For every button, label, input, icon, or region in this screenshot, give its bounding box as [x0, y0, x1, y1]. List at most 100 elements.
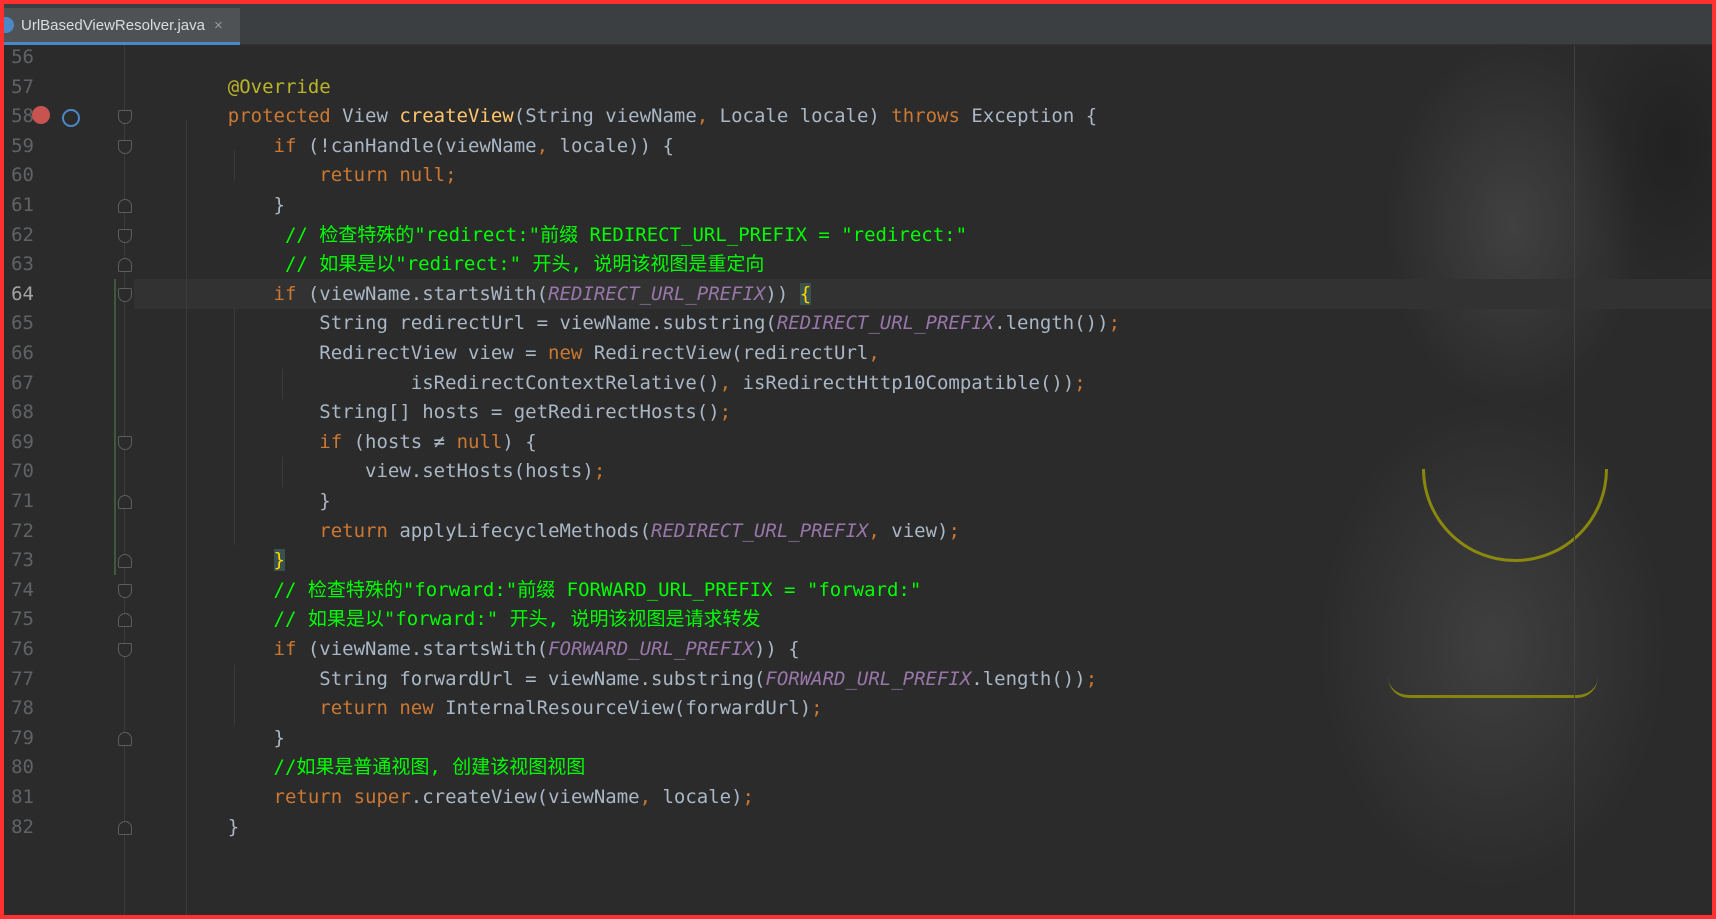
line-number[interactable]: 66	[4, 338, 34, 368]
fold-end-icon[interactable]	[118, 258, 132, 273]
code-line[interactable]: 69 if (hosts ≠ null) {	[4, 427, 1712, 457]
line-number[interactable]: 78	[4, 693, 34, 723]
code-line[interactable]: 82 }	[4, 812, 1712, 842]
code-token: FORWARD_URL_PREFIX	[765, 667, 972, 690]
code-token: ,	[536, 134, 549, 157]
close-tab-icon[interactable]: ×	[214, 17, 223, 34]
code-line[interactable]: 79 }	[4, 723, 1712, 753]
code-line[interactable]: 61 }	[4, 190, 1712, 220]
override-method-icon[interactable]	[32, 106, 50, 125]
line-number[interactable]: 65	[4, 308, 34, 338]
code-text: return new InternalResourceView(forwardU…	[182, 693, 822, 723]
fold-end-icon[interactable]	[118, 820, 132, 835]
code-line[interactable]: 57 @Override	[4, 72, 1712, 102]
code-line[interactable]: 65 String redirectUrl = viewName.substri…	[4, 308, 1712, 338]
fold-end-icon[interactable]	[118, 495, 132, 509]
code-line[interactable]: 68 String[] hosts = getRedirectHosts();	[4, 397, 1712, 427]
code-line[interactable]: 76 if (viewName.startsWith(FORWARD_URL_P…	[4, 634, 1712, 664]
tab-urlbasedviewresolver[interactable]: UrlBasedViewResolver.java ×	[4, 8, 240, 45]
line-number[interactable]: 58	[4, 101, 34, 131]
code-token: REDIRECT_URL_PREFIX	[548, 282, 766, 305]
line-number[interactable]: 63	[4, 249, 34, 279]
code-line[interactable]: 60 return null;	[4, 160, 1712, 190]
line-number[interactable]: 73	[4, 545, 34, 575]
fold-end-icon[interactable]	[118, 554, 132, 569]
fold-collapse-icon[interactable]	[118, 287, 132, 302]
code-line[interactable]: 81 return super.createView(viewName, loc…	[4, 782, 1712, 812]
line-number[interactable]: 74	[4, 575, 34, 605]
line-number[interactable]: 77	[4, 664, 34, 694]
code-text: }	[182, 190, 285, 220]
line-number[interactable]: 79	[4, 723, 34, 753]
code-token: ) {	[502, 430, 537, 453]
code-line[interactable]: 72 return applyLifecycleMethods(REDIRECT…	[4, 516, 1712, 546]
fold-collapse-icon[interactable]	[118, 110, 132, 125]
code-token: (hosts ≠	[342, 430, 457, 453]
code-line[interactable]: 59 if (!canHandle(viewName, locale)) {	[4, 131, 1712, 161]
code-line[interactable]: 71 }	[4, 486, 1712, 516]
code-token: view.setHosts(hosts)	[182, 460, 594, 483]
line-number[interactable]: 64	[4, 279, 34, 309]
code-editor[interactable]: 56 57 @Override 58 protected View createVi…	[4, 45, 1712, 915]
code-token: ,	[696, 105, 709, 128]
line-number[interactable]: 68	[4, 397, 34, 427]
code-line[interactable]: 62 // 检查特殊的"redirect:"前缀 REDIRECT_URL_PR…	[4, 220, 1712, 250]
code-line[interactable]: 73 }	[4, 545, 1712, 575]
fold-collapse-icon[interactable]	[118, 228, 132, 243]
line-number[interactable]: 61	[4, 190, 34, 220]
code-text: String redirectUrl = viewName.substring(…	[182, 308, 1120, 338]
implementing-method-icon[interactable]	[62, 109, 80, 128]
line-number[interactable]: 70	[4, 456, 34, 486]
code-line[interactable]: 56	[4, 45, 1712, 72]
code-token: ,	[639, 786, 652, 808]
fold-end-icon[interactable]	[118, 731, 132, 746]
line-number[interactable]: 80	[4, 752, 34, 782]
code-line[interactable]: 78 return new InternalResourceView(forwa…	[4, 693, 1712, 723]
code-token: (String viewName	[513, 105, 697, 128]
line-number[interactable]: 69	[4, 427, 34, 457]
line-number[interactable]: 60	[4, 160, 34, 190]
code-line[interactable]: 75 // 如果是以"forward:" 开头, 说明该视图是请求转发	[4, 604, 1712, 634]
fold-collapse-icon[interactable]	[118, 139, 132, 154]
line-number[interactable]: 59	[4, 131, 34, 161]
code-text: //如果是普通视图, 创建该视图视图	[182, 752, 586, 782]
code-line[interactable]: 64 if (viewName.startsWith(REDIRECT_URL_…	[4, 279, 1712, 309]
code-line[interactable]: 66 RedirectView view = new RedirectView(…	[4, 338, 1712, 368]
code-line[interactable]: 58 protected View createView(String view…	[4, 101, 1712, 131]
line-number[interactable]: 76	[4, 634, 34, 664]
code-line[interactable]: 70 view.setHosts(hosts);	[4, 456, 1712, 486]
line-number[interactable]: 56	[4, 45, 34, 72]
ide-window: UrlBasedViewResolver.java × 56 57 @Overri…	[4, 4, 1712, 915]
fold-collapse-icon[interactable]	[118, 643, 132, 657]
code-token: String forwardUrl = viewName.substring(	[182, 667, 766, 690]
code-token: applyLifecycleMethods(	[387, 519, 652, 542]
code-token: throws	[891, 105, 960, 128]
fold-collapse-icon[interactable]	[118, 583, 132, 598]
code-token: return null;	[319, 164, 457, 187]
fold-end-icon[interactable]	[118, 199, 132, 213]
line-number[interactable]: 67	[4, 368, 34, 398]
line-number[interactable]: 57	[4, 72, 34, 102]
code-token: }	[273, 549, 285, 572]
code-line[interactable]: 67 isRedirectContextRelative(), isRedire…	[4, 368, 1712, 398]
code-text: @Override	[182, 72, 331, 102]
code-line[interactable]: 77 String forwardUrl = viewName.substrin…	[4, 664, 1712, 694]
line-number[interactable]: 71	[4, 486, 34, 516]
code-line[interactable]: 80 //如果是普通视图, 创建该视图视图	[4, 752, 1712, 782]
line-number[interactable]: 62	[4, 220, 34, 250]
line-number[interactable]: 81	[4, 782, 34, 812]
code-line[interactable]: 74 // 检查特殊的"forward:"前缀 FORWARD_URL_PREF…	[4, 575, 1712, 605]
line-number[interactable]: 72	[4, 516, 34, 546]
fold-collapse-icon[interactable]	[118, 435, 132, 450]
code-token: isRedirectContextRelative()	[182, 371, 720, 394]
line-number[interactable]: 82	[4, 812, 34, 842]
code-line[interactable]: 63 // 如果是以"redirect:" 开头, 说明该视图是重定向	[4, 249, 1712, 279]
line-number[interactable]: 75	[4, 604, 34, 634]
fold-end-icon[interactable]	[118, 613, 132, 628]
code-text: // 检查特殊的"forward:"前缀 FORWARD_URL_PREFIX …	[182, 575, 922, 605]
